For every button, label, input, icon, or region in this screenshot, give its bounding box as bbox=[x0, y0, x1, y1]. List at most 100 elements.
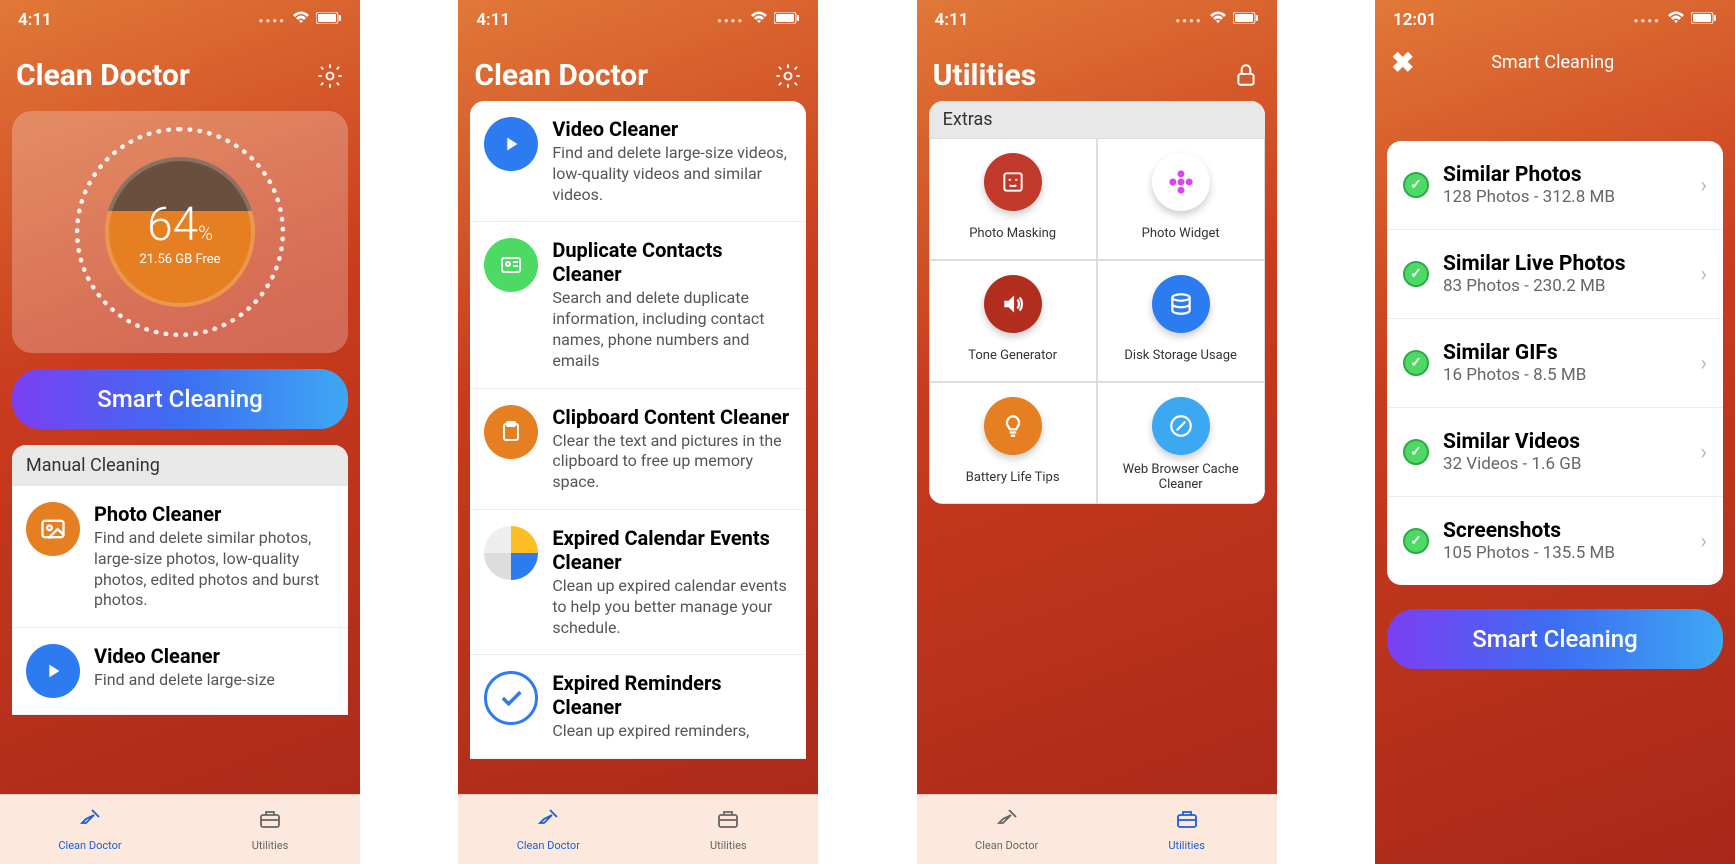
play-icon bbox=[484, 117, 538, 171]
cellular-icon: ●●●● bbox=[1175, 16, 1202, 25]
page-title: Clean Doctor bbox=[474, 58, 648, 93]
check-icon: ✓ bbox=[1403, 350, 1429, 376]
check-icon: ✓ bbox=[1403, 528, 1429, 554]
chevron-right-icon: › bbox=[1700, 529, 1707, 554]
util-label: Photo Widget bbox=[1142, 217, 1220, 249]
item-title: Clipboard Content Cleaner bbox=[552, 405, 792, 429]
status-time: 12:01 bbox=[1393, 10, 1436, 30]
tab-utilities[interactable]: Utilities bbox=[1097, 795, 1277, 864]
tab-utilities[interactable]: Utilities bbox=[180, 795, 360, 864]
screen-3-utilities: 4:11 ●●●● Utilities Extras Photo Masking bbox=[917, 0, 1277, 864]
broom-icon bbox=[995, 807, 1019, 837]
list-item-clipboard[interactable]: Clipboard Content Cleaner Clear the text… bbox=[470, 389, 806, 510]
page-title: Utilities bbox=[933, 58, 1036, 93]
broom-icon bbox=[536, 807, 560, 837]
util-battery-tips[interactable]: Battery Life Tips bbox=[929, 382, 1097, 504]
tab-bar: Clean Doctor Utilities bbox=[917, 794, 1277, 864]
smart-cleaning-button[interactable]: Smart Cleaning bbox=[1387, 609, 1723, 669]
list-item-video-cleaner[interactable]: Video Cleaner Find and delete large-size bbox=[12, 628, 348, 715]
cleaners-list: Video Cleaner Find and delete large-size… bbox=[470, 101, 806, 759]
toolbox-icon bbox=[258, 807, 282, 837]
result-title: Screenshots bbox=[1443, 519, 1686, 543]
results-card: ✓ Similar Photos 128 Photos - 312.8 MB ›… bbox=[1387, 141, 1723, 585]
util-photo-widget[interactable]: Photo Widget bbox=[1097, 138, 1265, 260]
result-sub: 32 Videos - 1.6 GB bbox=[1443, 454, 1686, 474]
check-icon: ✓ bbox=[1403, 439, 1429, 465]
util-label: Battery Life Tips bbox=[966, 461, 1060, 493]
battery-icon bbox=[316, 12, 342, 28]
flower-icon bbox=[1152, 153, 1210, 211]
manual-cleaning-header: Manual Cleaning bbox=[12, 445, 348, 486]
close-icon[interactable]: ✖ bbox=[1391, 46, 1414, 79]
tab-label: Utilities bbox=[710, 839, 747, 852]
chevron-right-icon: › bbox=[1700, 440, 1707, 465]
wifi-icon bbox=[1667, 11, 1685, 29]
chevron-right-icon: › bbox=[1700, 262, 1707, 287]
settings-icon[interactable] bbox=[774, 62, 802, 90]
tab-clean-doctor[interactable]: Clean Doctor bbox=[0, 795, 180, 864]
list-item-calendar[interactable]: Expired Calendar Events Cleaner Clean up… bbox=[470, 510, 806, 655]
result-similar-videos[interactable]: ✓ Similar Videos 32 Videos - 1.6 GB › bbox=[1387, 408, 1723, 497]
disk-icon bbox=[1152, 275, 1210, 333]
tab-clean-doctor[interactable]: Clean Doctor bbox=[458, 795, 638, 864]
tab-label: Clean Doctor bbox=[517, 839, 580, 852]
contact-card-icon bbox=[484, 238, 538, 292]
tab-utilities[interactable]: Utilities bbox=[638, 795, 818, 864]
item-title: Video Cleaner bbox=[552, 117, 792, 141]
util-disk-storage[interactable]: Disk Storage Usage bbox=[1097, 260, 1265, 382]
list-item-reminders[interactable]: Expired Reminders Cleaner Clean up expir… bbox=[470, 655, 806, 759]
result-similar-gifs[interactable]: ✓ Similar GIFs 16 Photos - 8.5 MB › bbox=[1387, 319, 1723, 408]
status-bar: 4:11 ●●●● bbox=[917, 0, 1277, 40]
manual-cleaning-card: Manual Cleaning Photo Cleaner Find and d… bbox=[12, 445, 348, 715]
photo-icon bbox=[26, 502, 80, 556]
screen-4-smart-cleaning-results: 12:01 ●●●● ✖ Smart Cleaning ✓ Similar Ph… bbox=[1375, 0, 1735, 864]
result-screenshots[interactable]: ✓ Screenshots 105 Photos - 135.5 MB › bbox=[1387, 497, 1723, 585]
status-bar: 4:11 ●●●● bbox=[458, 0, 818, 40]
item-desc: Find and delete similar photos, large-si… bbox=[94, 528, 334, 611]
calendar-icon bbox=[484, 526, 538, 580]
broom-icon bbox=[78, 807, 102, 837]
settings-icon[interactable] bbox=[316, 62, 344, 90]
play-icon bbox=[26, 644, 80, 698]
result-sub: 128 Photos - 312.8 MB bbox=[1443, 187, 1686, 207]
util-tone-generator[interactable]: Tone Generator bbox=[929, 260, 1097, 382]
item-desc: Find and delete large-size videos, low-q… bbox=[552, 143, 792, 205]
status-bar: 4:11 ●●●● bbox=[0, 0, 360, 40]
item-desc: Search and delete duplicate information,… bbox=[552, 288, 792, 371]
item-desc: Find and delete large-size bbox=[94, 670, 334, 691]
lock-icon[interactable] bbox=[1233, 62, 1261, 90]
toolbox-icon bbox=[716, 807, 740, 837]
item-title: Expired Reminders Cleaner bbox=[552, 671, 792, 719]
bulb-icon bbox=[984, 397, 1042, 455]
result-sub: 83 Photos - 230.2 MB bbox=[1443, 276, 1686, 296]
page-title: Clean Doctor bbox=[16, 58, 190, 93]
util-web-cache[interactable]: Web Browser Cache Cleaner bbox=[1097, 382, 1265, 504]
tab-clean-doctor[interactable]: Clean Doctor bbox=[917, 795, 1097, 864]
check-icon bbox=[484, 671, 538, 725]
chevron-right-icon: › bbox=[1700, 351, 1707, 376]
status-time: 4:11 bbox=[476, 10, 510, 30]
status-icons: ●●●● bbox=[259, 11, 342, 29]
chevron-right-icon: › bbox=[1700, 173, 1707, 198]
list-item-duplicate-contacts[interactable]: Duplicate Contacts Cleaner Search and de… bbox=[470, 222, 806, 388]
cellular-icon: ●●●● bbox=[717, 16, 744, 25]
smart-cleaning-button[interactable]: Smart Cleaning bbox=[12, 369, 348, 429]
item-desc: Clean up expired calendar events to help… bbox=[552, 576, 792, 638]
list-item-video-cleaner[interactable]: Video Cleaner Find and delete large-size… bbox=[470, 101, 806, 222]
tab-label: Utilities bbox=[252, 839, 289, 852]
battery-icon bbox=[1691, 12, 1717, 28]
wifi-icon bbox=[750, 11, 768, 29]
tab-label: Clean Doctor bbox=[58, 839, 121, 852]
result-title: Similar GIFs bbox=[1443, 341, 1686, 365]
clipboard-icon bbox=[484, 405, 538, 459]
tab-bar: Clean Doctor Utilities bbox=[458, 794, 818, 864]
result-similar-photos[interactable]: ✓ Similar Photos 128 Photos - 312.8 MB › bbox=[1387, 141, 1723, 230]
cellular-icon: ●●●● bbox=[259, 16, 286, 25]
status-time: 4:11 bbox=[18, 10, 52, 30]
result-similar-live-photos[interactable]: ✓ Similar Live Photos 83 Photos - 230.2 … bbox=[1387, 230, 1723, 319]
list-item-photo-cleaner[interactable]: Photo Cleaner Find and delete similar ph… bbox=[12, 486, 348, 628]
util-photo-masking[interactable]: Photo Masking bbox=[929, 138, 1097, 260]
status-icons: ●●●● bbox=[1175, 11, 1258, 29]
item-desc: Clean up expired reminders, bbox=[552, 721, 792, 742]
item-title: Photo Cleaner bbox=[94, 502, 334, 526]
